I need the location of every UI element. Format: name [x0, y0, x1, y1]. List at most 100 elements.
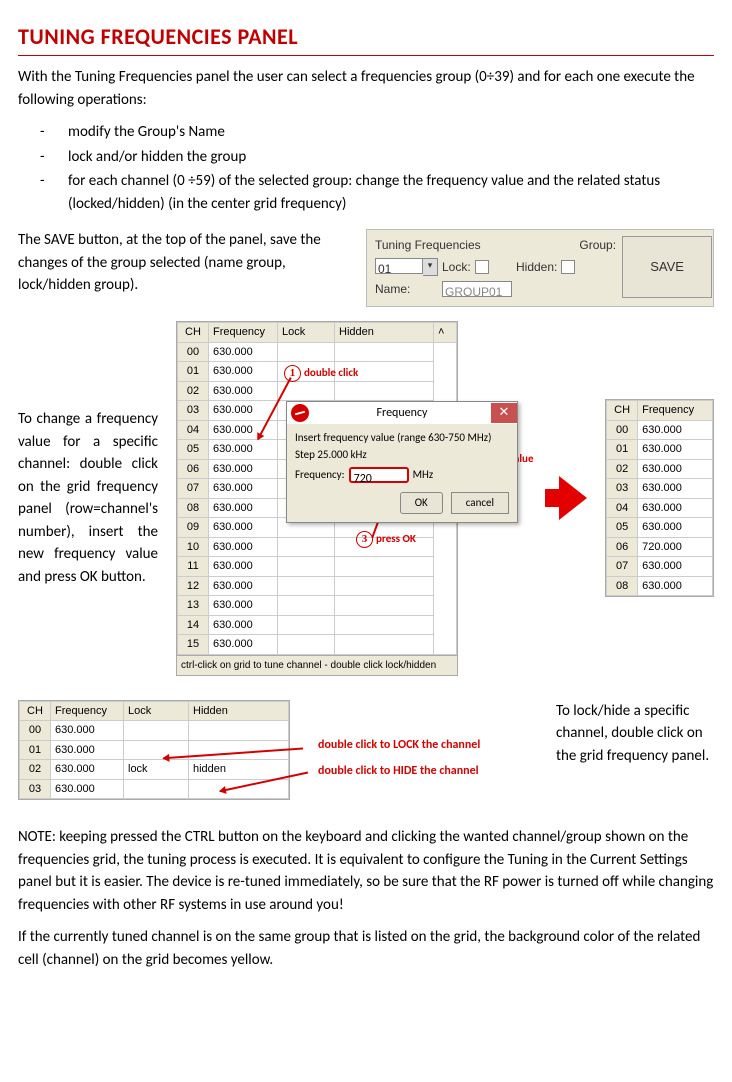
freq-cell[interactable]: 630.000: [209, 576, 278, 596]
freq-cell[interactable]: 630.000: [209, 596, 278, 616]
table-row[interactable]: 14: [178, 615, 209, 635]
change-freq-text: To change a frequency value for a specif…: [18, 410, 158, 586]
hidden-label: Hidden:: [516, 258, 557, 276]
hidden-cell[interactable]: [189, 779, 289, 799]
freq-cell: 630.000: [638, 498, 713, 518]
table-row[interactable]: 01: [20, 740, 51, 760]
name-field[interactable]: GROUP01: [442, 281, 512, 297]
frequency-grid-result: CHFrequency 00630.000 01630.000 02630.00…: [605, 399, 714, 597]
freq-cell[interactable]: 630.000: [209, 557, 278, 577]
table-row[interactable]: 03: [20, 779, 51, 799]
close-icon[interactable]: ✕: [491, 403, 517, 423]
table-row[interactable]: 02: [178, 381, 209, 401]
frequency-label: Frequency:: [295, 467, 345, 484]
group-label: Group:: [579, 236, 618, 254]
table-row[interactable]: 05: [178, 440, 209, 460]
lock-checkbox[interactable]: [475, 260, 489, 274]
freq-cell[interactable]: 630.000: [209, 635, 278, 655]
table-row: 02: [607, 459, 638, 479]
freq-cell[interactable]: 630.000: [209, 459, 278, 479]
col-header: Frequency: [51, 701, 124, 721]
list-item: for each channel (0 ÷59) of the selected…: [68, 170, 714, 215]
freq-cell[interactable]: 630.000: [51, 779, 124, 799]
table-row: 04: [607, 498, 638, 518]
freq-cell[interactable]: 630.000: [51, 760, 124, 780]
scroll-up-icon[interactable]: ˄: [434, 323, 457, 343]
col-header: CH: [20, 701, 51, 721]
table-row[interactable]: 07: [178, 479, 209, 499]
note-text: NOTE: keeping pressed the CTRL button on…: [18, 826, 714, 916]
lock-cell[interactable]: lock: [124, 760, 189, 780]
table-row[interactable]: 01: [178, 362, 209, 382]
freq-cell[interactable]: 630.000: [51, 721, 124, 741]
freq-cell[interactable]: 630.000: [209, 537, 278, 557]
table-row[interactable]: 12: [178, 576, 209, 596]
result-arrow: [559, 476, 587, 520]
table-row: 05: [607, 518, 638, 538]
hidden-cell[interactable]: [189, 721, 289, 741]
save-button[interactable]: SAVE: [622, 236, 712, 298]
freq-cell: 630.000: [638, 440, 713, 460]
freq-cell[interactable]: 630.000: [209, 362, 278, 382]
list-item: modify the Group's Name: [68, 121, 714, 144]
hidden-cell[interactable]: hidden: [189, 760, 289, 780]
cancel-button[interactable]: cancel: [451, 492, 509, 515]
list-item: lock and/or hidden the group: [68, 146, 714, 169]
name-label: Name:: [375, 280, 438, 298]
freq-cell[interactable]: 630.000: [209, 440, 278, 460]
table-row[interactable]: 00: [178, 342, 209, 362]
lock-cell[interactable]: [124, 721, 189, 741]
col-header: Frequency: [209, 323, 278, 343]
table-row[interactable]: 15: [178, 635, 209, 655]
freq-cell: 720.000: [638, 537, 713, 557]
table-row[interactable]: 11: [178, 557, 209, 577]
final-text: If the currently tuned channel is on the…: [18, 926, 714, 971]
freq-cell: 630.000: [638, 576, 713, 596]
freq-cell[interactable]: 630.000: [51, 740, 124, 760]
table-row[interactable]: 02: [20, 760, 51, 780]
freq-cell: 630.000: [638, 420, 713, 440]
hidden-checkbox[interactable]: [561, 260, 575, 274]
freq-cell: 630.000: [638, 557, 713, 577]
table-row[interactable]: 13: [178, 596, 209, 616]
table-row[interactable]: 09: [178, 518, 209, 538]
unit-label: MHz: [413, 467, 434, 484]
freq-cell[interactable]: 630.000: [209, 381, 278, 401]
col-header: Hidden: [335, 323, 434, 343]
freq-cell: 630.000: [638, 459, 713, 479]
dialog-text: Insert frequency value (range 630-750 MH…: [295, 430, 509, 447]
freq-cell[interactable]: 630.000: [209, 479, 278, 499]
lockhide-text: To lock/hide a specific channel, double …: [556, 702, 709, 765]
col-header: CH: [607, 401, 638, 421]
intro-text: With the Tuning Frequencies panel the us…: [18, 66, 714, 111]
table-row: 06: [607, 537, 638, 557]
save-description: The SAVE button, at the top of the panel…: [18, 231, 321, 294]
table-row[interactable]: 06: [178, 459, 209, 479]
col-header: Hidden: [189, 701, 289, 721]
arrow-right-icon: [559, 476, 587, 520]
annotation-1: 1double click: [284, 365, 358, 382]
group-select[interactable]: 01: [375, 258, 423, 274]
table-row[interactable]: 00: [20, 721, 51, 741]
table-row[interactable]: 08: [178, 498, 209, 518]
lock-label: Lock:: [442, 258, 471, 276]
frequency-input[interactable]: 720: [349, 467, 409, 483]
table-row: 03: [607, 479, 638, 499]
dialog-icon: [291, 404, 309, 422]
freq-cell[interactable]: 630.000: [209, 615, 278, 635]
table-row[interactable]: 10: [178, 537, 209, 557]
table-row: 01: [607, 440, 638, 460]
freq-cell[interactable]: 630.000: [209, 518, 278, 538]
ok-button[interactable]: OK: [400, 492, 443, 515]
freq-cell[interactable]: 630.000: [209, 498, 278, 518]
dialog-text: Step 25.000 kHz: [295, 447, 509, 464]
table-row[interactable]: 04: [178, 420, 209, 440]
freq-cell[interactable]: 630.000: [209, 401, 278, 421]
freq-cell[interactable]: 630.000: [209, 342, 278, 362]
col-header: Frequency: [638, 401, 713, 421]
annotation-lock: double click to LOCK the channel: [318, 736, 480, 754]
chevron-down-icon[interactable]: ▾: [423, 258, 438, 276]
freq-cell: 630.000: [638, 518, 713, 538]
table-row[interactable]: 03: [178, 401, 209, 421]
lock-cell[interactable]: [124, 779, 189, 799]
